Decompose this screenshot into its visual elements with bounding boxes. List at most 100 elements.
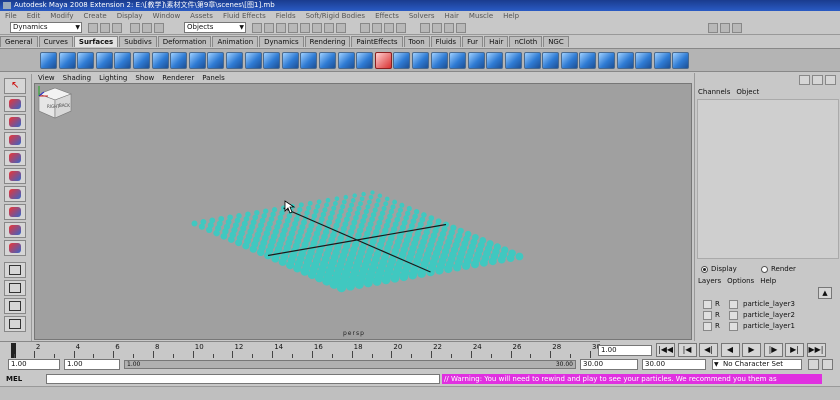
menu-fluid-effects[interactable]: Fluid Effects (218, 11, 271, 21)
particle-tool[interactable] (4, 222, 26, 238)
select-hierarchy-icon[interactable] (130, 23, 140, 33)
sculpt-icon[interactable] (635, 52, 653, 69)
layer-color-swatch[interactable] (729, 300, 738, 309)
layer-menu-help[interactable]: Help (757, 276, 779, 286)
select-component-icon[interactable] (154, 23, 164, 33)
menu-edit[interactable]: Edit (22, 11, 46, 21)
animation-prefs-icon[interactable] (822, 359, 833, 370)
shelf-tab-fluids[interactable]: Fluids (430, 36, 462, 47)
layer-name[interactable]: particle_layer2 (743, 310, 795, 321)
shelf-tab-ncloth[interactable]: nCloth (509, 36, 543, 47)
current-frame-field[interactable]: 1.00 (598, 345, 652, 356)
playback-start-field[interactable]: 1.00 (64, 359, 120, 370)
insert-isoparm-icon[interactable] (486, 52, 504, 69)
curve-tool[interactable] (4, 240, 26, 256)
shelf-tab-curves[interactable]: Curves (38, 36, 73, 47)
menu-create[interactable]: Create (78, 11, 111, 21)
nurbs-square-icon[interactable] (170, 52, 188, 69)
nurbs-sphere-icon[interactable] (40, 52, 57, 69)
round-icon[interactable] (579, 52, 597, 69)
menu-muscle[interactable]: Muscle (464, 11, 498, 21)
channel-box-menu-channels[interactable]: Channels (695, 87, 733, 97)
offset-icon[interactable] (523, 52, 541, 69)
go-to-end-button[interactable]: ▶▶| (806, 343, 826, 357)
command-input[interactable] (46, 374, 440, 384)
layer-reference-toggle[interactable]: R (715, 321, 727, 332)
channel-box-menu-object[interactable]: Object (733, 87, 762, 97)
panel-menu-shading[interactable]: Shading (59, 73, 95, 83)
snap-grid-icon[interactable] (360, 23, 370, 33)
step-forward-key-button[interactable]: ▶| (785, 343, 804, 357)
mask-rendering-icon[interactable] (324, 23, 334, 33)
move-tool[interactable] (4, 132, 26, 148)
layer-row[interactable]: Rparticle_layer2 (697, 310, 839, 321)
snap-curve-icon[interactable] (372, 23, 382, 33)
layer-row[interactable]: Rparticle_layer1 (697, 321, 839, 332)
intersect-icon[interactable] (356, 52, 374, 69)
ipr-render-icon[interactable] (444, 23, 454, 33)
nurbs-cylinder-icon[interactable] (77, 52, 95, 69)
project-curve-icon[interactable] (337, 52, 355, 69)
shelf-tab-subdivs[interactable]: Subdivs (119, 36, 157, 47)
bevel-icon[interactable] (319, 52, 336, 69)
nurbs-torus-icon[interactable] (133, 52, 150, 69)
persp-graph-layout[interactable] (4, 316, 26, 332)
mask-deformers-icon[interactable] (300, 23, 310, 33)
select-object-icon[interactable] (142, 23, 152, 33)
character-set-dropdown[interactable]: No Character Set (712, 359, 802, 370)
snap-point-icon[interactable] (384, 23, 394, 33)
menu-set-dropdown[interactable]: Dynamics (10, 22, 82, 33)
detach-icon[interactable] (430, 52, 448, 69)
panel-menu-panels[interactable]: Panels (198, 73, 229, 83)
step-back-key-button[interactable]: |◀ (677, 343, 697, 357)
loft-icon[interactable] (207, 52, 225, 69)
panel-menu-renderer[interactable]: Renderer (158, 73, 198, 83)
align-icon[interactable] (449, 52, 467, 69)
panel-menu-show[interactable]: Show (131, 73, 158, 83)
mask-misc-icon[interactable] (336, 23, 346, 33)
single-perspective-layout[interactable] (4, 262, 26, 278)
go-to-start-button[interactable]: |◀◀ (656, 343, 675, 357)
select-tool[interactable]: ↖ (4, 78, 26, 94)
menu-hair[interactable]: Hair (440, 11, 464, 21)
snap-plane-icon[interactable] (396, 23, 406, 33)
planar-icon[interactable] (226, 52, 243, 69)
new-scene-icon[interactable] (88, 23, 98, 33)
shelf-tab-fur[interactable]: Fur (462, 36, 484, 47)
layer-visibility-toggle[interactable] (703, 300, 712, 309)
shelf-tab-painteffects[interactable]: PaintEffects (351, 36, 403, 47)
step-forward-frame-button[interactable]: |▶ (763, 343, 783, 357)
save-scene-icon[interactable] (112, 23, 122, 33)
nurbs-plane-icon[interactable] (114, 52, 132, 69)
shelf-tab-animation[interactable]: Animation (212, 36, 259, 47)
reverse-icon[interactable] (560, 52, 578, 69)
layer-menu-options[interactable]: Options (724, 276, 757, 286)
end-time-field[interactable]: 30.00 (642, 359, 706, 370)
rotate-tool[interactable] (4, 150, 26, 166)
layer-name[interactable]: particle_layer1 (743, 321, 795, 332)
channel-box-area[interactable] (697, 99, 839, 259)
mask-curves-icon[interactable] (276, 23, 286, 33)
shelf-tab-general[interactable]: General (0, 36, 38, 47)
menu-display[interactable]: Display (112, 11, 148, 21)
break-tangent-icon[interactable] (653, 52, 671, 69)
menu-modify[interactable]: Modify (45, 11, 78, 21)
menu-soft-rigid-bodies[interactable]: Soft/Rigid Bodies (301, 11, 370, 21)
shelf-tab-hair[interactable]: Hair (484, 36, 509, 47)
auto-key-icon[interactable] (808, 359, 819, 370)
menu-file[interactable]: File (0, 11, 22, 21)
menu-fields[interactable]: Fields (271, 11, 301, 21)
nurbs-cone-icon[interactable] (95, 52, 113, 69)
scale-tool[interactable] (4, 168, 26, 184)
panel-menu-lighting[interactable]: Lighting (95, 73, 131, 83)
mel-label[interactable]: MEL (2, 374, 42, 384)
shelf-tab-deformation[interactable]: Deformation (157, 36, 212, 47)
play-backwards-button[interactable]: ◀ (720, 343, 740, 357)
history-icon[interactable] (420, 23, 430, 33)
layer-reference-toggle[interactable]: R (715, 310, 727, 321)
mask-surfaces-icon[interactable] (288, 23, 298, 33)
lasso-tool[interactable] (4, 96, 26, 112)
extrude-icon[interactable] (244, 52, 262, 69)
render-settings-icon[interactable] (456, 23, 466, 33)
layer-row[interactable]: Rparticle_layer3 (697, 299, 839, 310)
